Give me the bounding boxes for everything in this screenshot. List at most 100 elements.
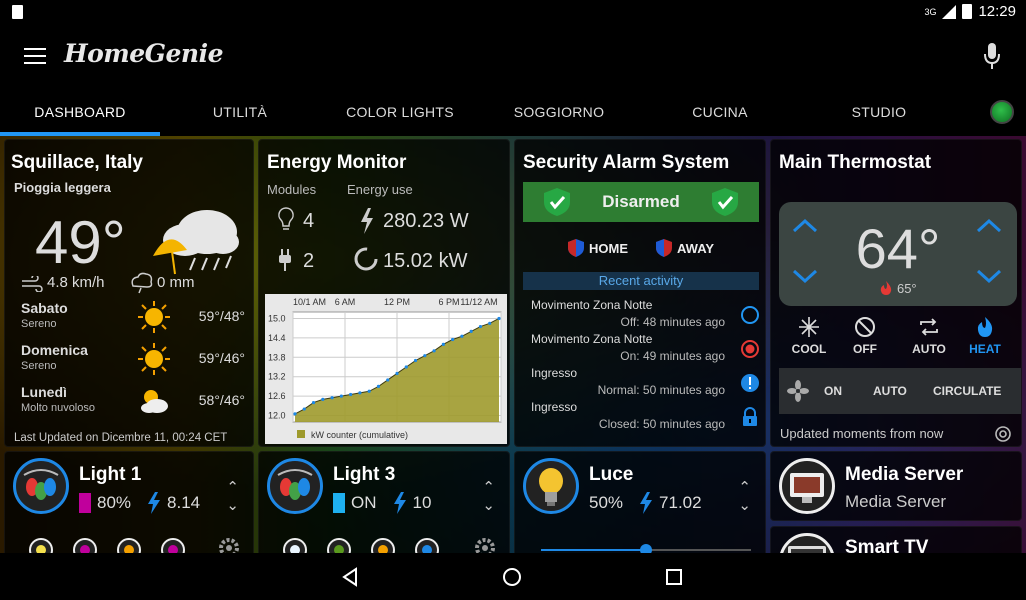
data-point <box>478 324 483 329</box>
media-server-card[interactable]: Media Server Media Server <box>770 451 1022 521</box>
lock-icon <box>743 407 757 426</box>
shield-check-icon <box>712 188 738 216</box>
fan-auto-button[interactable]: AUTO <box>873 384 907 398</box>
home-icon[interactable] <box>501 566 523 588</box>
security-card[interactable]: Security Alarm System Disarmed HOME AWAY… <box>514 139 766 447</box>
rain-gauge-icon <box>131 272 153 294</box>
color-preset-button[interactable] <box>327 538 351 553</box>
menu-icon[interactable] <box>24 48 46 64</box>
light-3-card[interactable]: Light 3 ON 10 ⌃ ⌄ <box>258 451 510 553</box>
luce-card[interactable]: Luce 50% 71.02 ⌃ ⌄ <box>514 451 766 553</box>
forecast-desc: Molto nuvoloso <box>21 402 95 414</box>
tab-dashboard[interactable]: DASHBOARD <box>0 104 160 120</box>
lightning-icon <box>148 492 161 514</box>
chevron-up-icon[interactable] <box>791 218 819 234</box>
data-point <box>367 389 371 393</box>
lightning-icon <box>361 208 373 234</box>
shield-icon <box>568 239 584 257</box>
refresh-icon[interactable] <box>993 424 1013 444</box>
energy-monitor-card[interactable]: Energy Monitor Modules Energy use 4 280.… <box>258 139 510 447</box>
data-point <box>330 396 334 400</box>
slider-thumb[interactable] <box>640 544 652 553</box>
color-preset-button[interactable] <box>283 538 307 553</box>
data-point <box>358 391 362 395</box>
activity-item: Movimento Zona Notte On: 49 minutes ago <box>531 332 761 366</box>
data-point <box>293 412 297 416</box>
forecast-desc: Sereno <box>21 360 57 372</box>
mode-cool-button[interactable]: COOL <box>779 316 839 356</box>
forecast-item: Sabato Sereno 59°/48° <box>21 300 245 340</box>
sun-icon <box>138 343 170 375</box>
connection-status-icon <box>990 100 1014 124</box>
energy-use-label: Energy use <box>347 182 413 197</box>
power-usage: 280.23 W <box>383 210 469 232</box>
expand-icon[interactable]: ⌃ ⌄ <box>226 478 239 514</box>
block-icon <box>855 317 875 337</box>
flame-icon <box>881 281 892 295</box>
fan-circulate-button[interactable]: CIRCULATE <box>933 384 1001 398</box>
tab-soggiorno[interactable]: SOGGIORNO <box>479 104 639 120</box>
chevron-down-icon[interactable] <box>975 268 1003 284</box>
forecast-item: Domenica Sereno 59°/46° <box>21 342 245 382</box>
tv-icon <box>779 533 835 553</box>
dimmer-slider[interactable] <box>541 544 751 553</box>
gear-icon[interactable] <box>473 536 497 553</box>
color-preset-button[interactable] <box>415 538 439 553</box>
dashboard: Squillace, Italy Pioggia leggera 49° 4.8… <box>0 136 1026 553</box>
light-power: 71.02 <box>659 493 702 512</box>
cloudy-icon <box>141 390 168 413</box>
data-point <box>423 354 427 358</box>
y-tick-label: 12.6 <box>268 391 286 401</box>
mode-auto-button[interactable]: AUTO <box>899 316 959 356</box>
tab-studio[interactable]: STUDIO <box>799 104 959 120</box>
x-tick-label: 6 PM <box>438 297 459 307</box>
signal-icon <box>942 4 957 19</box>
mode-off-button[interactable]: OFF <box>835 316 895 356</box>
color-preset-button[interactable] <box>117 538 141 553</box>
color-preset-button[interactable] <box>73 538 97 553</box>
expand-icon[interactable]: ⌃ ⌄ <box>482 478 495 514</box>
y-tick-label: 12.0 <box>268 411 286 421</box>
home-label: HOME <box>589 240 628 256</box>
counter-icon <box>354 247 378 271</box>
tab-utilita[interactable]: UTILITÀ <box>160 104 320 120</box>
chevron-down-icon[interactable] <box>791 268 819 284</box>
thermostat-card[interactable]: Main Thermostat 64° 65° COOL OFF AUTO HE… <box>770 139 1022 447</box>
expand-icon[interactable]: ⌃ ⌄ <box>738 478 751 514</box>
energy-title: Energy Monitor <box>267 152 407 173</box>
app-bar: HomeGenie <box>0 24 1026 88</box>
fan-on-button[interactable]: ON <box>824 384 842 398</box>
back-icon[interactable] <box>340 567 360 587</box>
tab-cucina[interactable]: CUCINA <box>640 104 800 120</box>
microphone-icon[interactable] <box>982 41 1002 71</box>
data-point <box>311 400 316 405</box>
chevron-up-icon[interactable] <box>975 218 1003 234</box>
sun-icon <box>138 301 170 333</box>
data-point <box>395 371 399 376</box>
recents-icon[interactable] <box>664 567 684 587</box>
color-preset-button[interactable] <box>29 538 53 553</box>
arm-away-button[interactable]: AWAY <box>655 238 714 258</box>
modules-label: Modules <box>267 182 317 197</box>
mode-label: AUTO <box>912 342 946 356</box>
forecast-item: Lunedì Molto nuvoloso 58°/46° <box>21 384 245 424</box>
gear-icon[interactable] <box>217 536 241 553</box>
light-values: 80% 8.14 <box>79 492 200 514</box>
smart-tv-card[interactable]: Smart TV <box>770 526 1022 553</box>
light-1-card[interactable]: Light 1 80% 8.14 ⌃ ⌄ <box>4 451 254 553</box>
app-title: HomeGenie <box>64 39 224 68</box>
forecast-day: Sabato <box>21 300 68 316</box>
fan-mode-row: ON AUTO CIRCULATE <box>779 368 1021 414</box>
color-preset-button[interactable] <box>161 538 185 553</box>
x-tick-label: 11/12 AM <box>460 297 497 307</box>
weather-card[interactable]: Squillace, Italy Pioggia leggera 49° 4.8… <box>4 139 254 447</box>
plugs-count: 2 <box>303 250 315 272</box>
legend-label: kW counter (cumulative) <box>311 430 408 440</box>
arm-home-button[interactable]: HOME <box>567 238 628 258</box>
activity-state: Off: 48 minutes ago <box>620 315 725 329</box>
tab-color-lights[interactable]: COLOR LIGHTS <box>320 104 480 120</box>
navigation-bar <box>0 553 1026 600</box>
color-preset-button[interactable] <box>371 538 395 553</box>
alarm-status-banner[interactable]: Disarmed <box>523 182 759 222</box>
mode-heat-button[interactable]: HEAT <box>955 316 1015 356</box>
